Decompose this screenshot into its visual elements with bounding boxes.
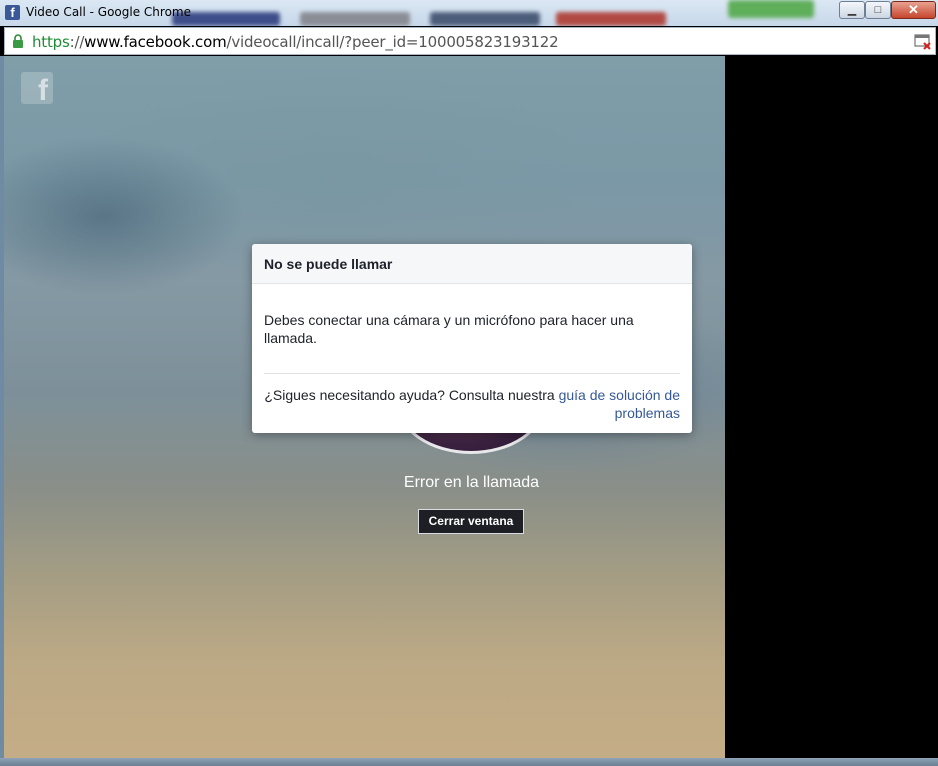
lock-icon[interactable] xyxy=(12,34,24,48)
popup-blocked-icon[interactable] xyxy=(914,34,932,50)
troubleshooting-link[interactable]: guía de solución de problemas xyxy=(559,387,680,421)
maximize-button[interactable]: □ xyxy=(865,1,891,19)
close-window-button[interactable]: Cerrar ventana xyxy=(418,509,524,534)
url-scheme: https xyxy=(32,33,70,51)
dialog-message: Debes conectar una cámara y un micrófono… xyxy=(264,312,634,346)
error-dialog: No se puede llamar Debes conectar una cá… xyxy=(252,244,692,433)
minimize-button[interactable]: ▁ xyxy=(839,1,865,19)
help-text: ¿Sigues necesitando ayuda? Consulta nues… xyxy=(264,387,559,403)
address-bar[interactable]: https://www.facebook.com/videocall/incal… xyxy=(4,27,936,55)
dialog-body: Debes conectar una cámara y un micrófono… xyxy=(252,284,692,347)
facebook-logo-icon: f xyxy=(21,72,53,104)
window-border xyxy=(0,758,938,766)
url-host: www.facebook.com xyxy=(84,33,227,51)
window-title-bar: f Video Call - Google Chrome ▁ □ ✕ xyxy=(0,0,938,26)
facebook-icon: f xyxy=(5,5,20,20)
video-call-viewport: f Error en la llamada Cerrar ventana No … xyxy=(4,56,725,758)
dialog-title: No se puede llamar xyxy=(264,256,393,272)
url-separator: :// xyxy=(69,33,85,51)
side-panel xyxy=(725,56,938,758)
dialog-footer: ¿Sigues necesitando ayuda? Consulta nues… xyxy=(252,374,692,422)
background-blur xyxy=(556,12,666,26)
url-text[interactable]: https://www.facebook.com/videocall/incal… xyxy=(32,33,559,51)
close-button[interactable]: ✕ xyxy=(891,1,936,19)
window-title: Video Call - Google Chrome xyxy=(26,5,191,19)
dialog-header: No se puede llamar xyxy=(252,244,692,284)
call-status-text: Error en la llamada xyxy=(403,474,540,491)
background-blur xyxy=(728,0,814,18)
background-blur xyxy=(300,12,410,26)
background-blur xyxy=(430,12,540,26)
url-path: /videocall/incall/?peer_id=1000058231931… xyxy=(226,33,559,51)
